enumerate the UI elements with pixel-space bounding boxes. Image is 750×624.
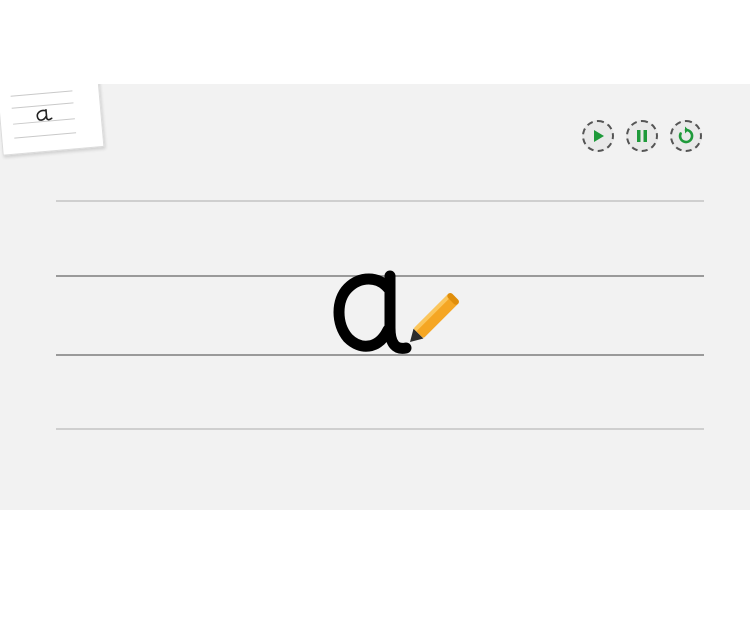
guide-line-bottom (56, 428, 704, 430)
play-icon (594, 130, 604, 142)
pencil-icon (410, 293, 459, 342)
letter-text: α (466, 264, 467, 265)
letter-trace-area[interactable]: α (326, 264, 466, 364)
play-button[interactable] (582, 120, 614, 152)
letter-preview-card[interactable]: α (0, 84, 105, 156)
preview-rule (14, 132, 77, 139)
pause-icon (637, 130, 647, 142)
letter-glyph (333, 270, 459, 354)
replay-button[interactable] (670, 120, 702, 152)
replay-icon (678, 126, 694, 144)
preview-letter-glyph (36, 108, 53, 121)
writing-board: α (0, 84, 750, 510)
app-page: α (0, 0, 750, 624)
pause-button[interactable] (626, 120, 658, 152)
playback-controls (582, 120, 702, 152)
preview-rule (10, 90, 73, 97)
guide-line-top (56, 200, 704, 202)
